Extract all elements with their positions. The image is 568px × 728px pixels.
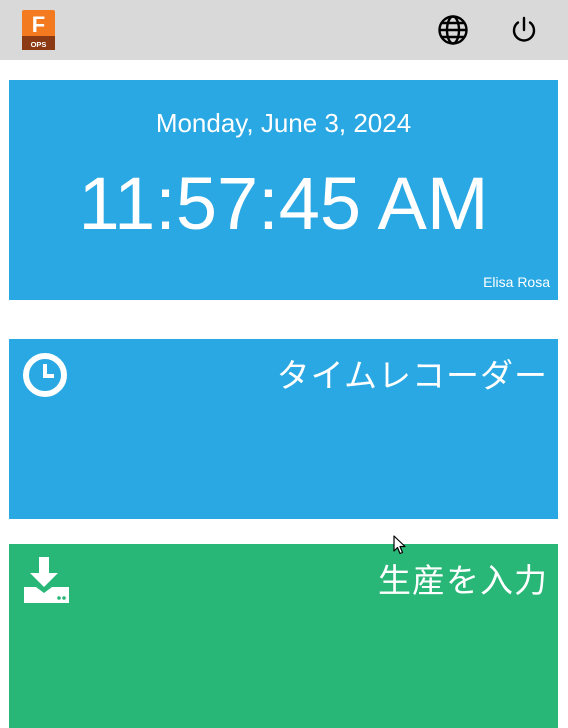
mouse-cursor-icon bbox=[393, 535, 406, 555]
enter-production-tile[interactable]: 生産を入力 bbox=[9, 544, 558, 728]
current-date: Monday, June 3, 2024 bbox=[155, 108, 412, 138]
time-recorder-label: タイムレコーダー bbox=[276, 356, 548, 395]
power-icon[interactable] bbox=[508, 14, 540, 46]
clock-panel: Monday, June 3, 2024 11:57:45 AM Elisa R… bbox=[9, 80, 558, 300]
globe-icon[interactable] bbox=[437, 14, 469, 46]
logo-letter: F bbox=[32, 12, 45, 37]
download-icon bbox=[24, 557, 69, 603]
user-name: Elisa Rosa bbox=[483, 274, 550, 290]
current-time: 11:57:45 AM bbox=[78, 162, 489, 245]
top-bar: F OPS bbox=[0, 0, 568, 60]
clock-icon bbox=[23, 353, 67, 397]
time-recorder-tile[interactable]: タイムレコーダー bbox=[9, 339, 558, 519]
app-logo: F OPS bbox=[22, 10, 55, 50]
enter-production-label: 生産を入力 bbox=[378, 561, 548, 600]
logo-caption: OPS bbox=[31, 40, 47, 49]
